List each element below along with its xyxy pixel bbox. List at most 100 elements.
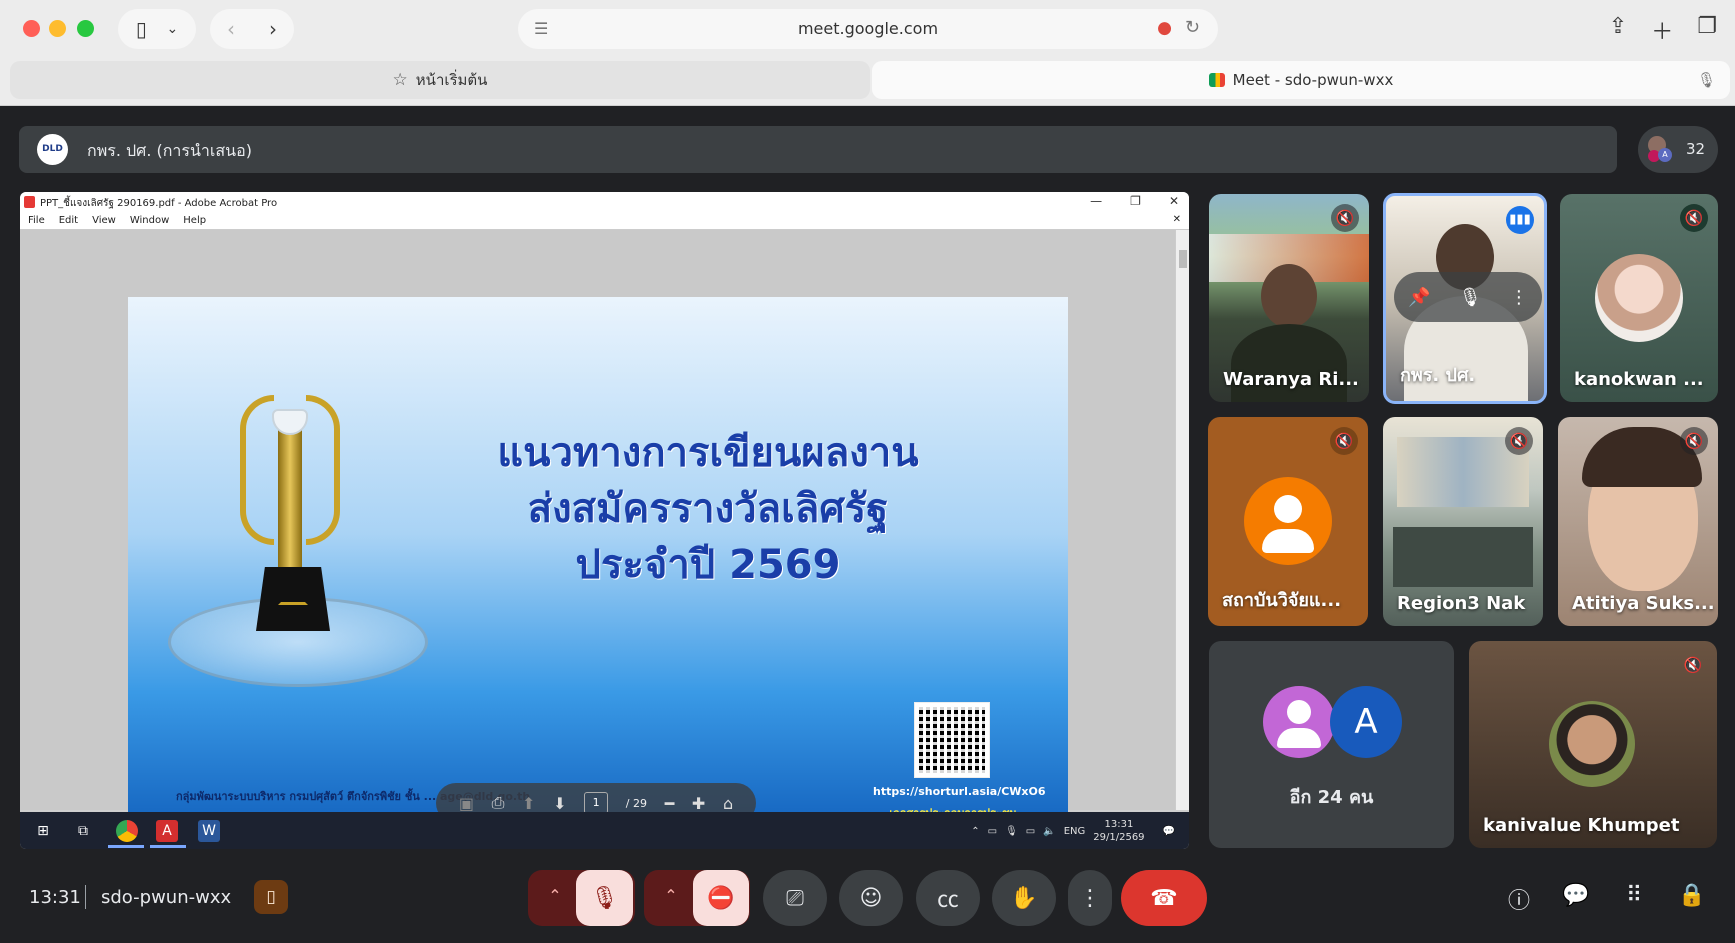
chevron-down-icon[interactable]: ⌄ (166, 22, 178, 36)
tray-language: ENG (1063, 825, 1086, 837)
participant-tile[interactable]: 🔇 Region3 Nak (1383, 417, 1543, 626)
more-options-icon: ⋮ (1079, 885, 1101, 911)
mic-off-icon: 🔇 (1331, 204, 1359, 232)
acrobat-menubar: File Edit View Window Help ✕ (20, 212, 1189, 230)
participant-count: 32 (1686, 140, 1706, 158)
emoji-icon: ☺ (859, 885, 883, 911)
presentation-slide: แนวทางการเขียนผลงาน ส่งสมัครรางวัลเลิศรั… (128, 297, 1068, 824)
activities-icon[interactable]: ⠿ (1618, 883, 1650, 908)
host-controls-icon[interactable]: 🔒 (1676, 883, 1708, 908)
tab-mic-icon: 🎙 (1696, 71, 1716, 89)
participant-name: kanivalue Khumpet (1483, 815, 1680, 836)
participants-button[interactable]: A 32 (1638, 126, 1718, 173)
present-screen-button[interactable]: ⎚ (763, 870, 827, 926)
windows-start-icon: ⊞ (37, 823, 49, 839)
tab-start-page[interactable]: ☆ หน้าเริ่มต้น (10, 61, 870, 99)
mic-off-icon: 🔇 (1680, 204, 1708, 232)
reload-icon[interactable]: ↻ (1185, 17, 1200, 38)
participant-tile[interactable]: 🔇 Waranya Ri... (1209, 194, 1369, 402)
menu-help: Help (183, 215, 207, 226)
mic-icon[interactable]: 🎙 (1459, 287, 1482, 308)
browser-chrome: ▯ ⌄ ‹ › ☰ meet.google.com ● ↻ ⇪ ＋ ❐ ☆ หน… (0, 0, 1735, 106)
tabs-overview-icon[interactable]: ❐ (1697, 14, 1717, 46)
tray-volume-icon: 🔈 (1043, 825, 1056, 837)
tray-clock: 13:31 29/1/2569 (1093, 818, 1144, 844)
mic-icon[interactable]: ● (1157, 18, 1172, 38)
more-participants-tile[interactable]: A อีก 24 คน (1209, 641, 1454, 848)
menu-edit: Edit (58, 215, 79, 226)
tab-label: หน้าเริ่มต้น (415, 71, 488, 89)
pin-icon[interactable]: 📌 (1408, 287, 1430, 308)
raise-hand-button[interactable]: ✋ (992, 870, 1056, 926)
chat-icon[interactable]: 💬 (1560, 883, 1592, 908)
prev-page-icon: ⬆ (522, 793, 536, 813)
more-participants-label: อีก 24 คน (1289, 787, 1374, 808)
minimize-icon: — (1090, 194, 1103, 208)
address-bar[interactable]: ☰ meet.google.com ● ↻ (518, 9, 1218, 49)
participant-tile[interactable]: 🔇 kanivalue Khumpet (1469, 641, 1717, 848)
new-tab-icon[interactable]: ＋ (1651, 14, 1673, 46)
video-options-chevron-icon[interactable]: ⌃ (657, 886, 685, 910)
participant-video (1261, 264, 1317, 328)
captions-button[interactable]: ㏄ (916, 870, 980, 926)
task-view-icon: ⧉ (78, 823, 88, 839)
close-icon: ✕ (1172, 214, 1181, 225)
hang-up-icon: ☎ (1150, 885, 1178, 911)
participant-avatar: A (1330, 686, 1402, 758)
more-options-button[interactable]: ⋮ (1068, 870, 1112, 926)
tray-time: 13:31 (1104, 819, 1134, 830)
share-icon[interactable]: ⇪ (1609, 14, 1627, 46)
participant-tile[interactable]: 🔇 สถาบันวิจัยแ... (1208, 417, 1368, 626)
tray-chevron-icon: ⌃ (971, 825, 980, 837)
back-icon[interactable]: ‹ (227, 19, 235, 39)
tile-hover-controls: 📌 🎙 ⋮ (1394, 272, 1542, 322)
participant-avatars: A (1648, 136, 1676, 164)
participant-name: กพร. ปศ. (1400, 365, 1476, 386)
tab-meet[interactable]: Meet - sdo-pwun-wxx 🎙 (872, 61, 1730, 99)
mic-toggle-button[interactable]: 🎙 (576, 870, 633, 926)
sidebar-toggle-group: ▯ ⌄ (118, 9, 196, 49)
tray-battery-icon: ▭ (1025, 825, 1036, 837)
sidebar-icon[interactable]: ▯ (136, 19, 147, 39)
tray-meet-icon: ▭ (987, 825, 998, 837)
meeting-table (1393, 527, 1533, 587)
window-maximize-button[interactable] (77, 20, 94, 37)
window-minimize-button[interactable] (49, 20, 66, 37)
page-total: / 29 (625, 796, 647, 810)
participant-name: สถาบันวิจัยแ... (1222, 590, 1342, 611)
nav-button-group: ‹ › (210, 9, 294, 49)
page-number-field: 1 (584, 792, 609, 814)
slide-title-line: แนวทางการเขียนผลงาน (497, 430, 919, 476)
mic-off-icon: 🔇 (1683, 656, 1703, 674)
presentation-header: DLD กพร. ปศ. (การนำเสนอ) (19, 126, 1617, 173)
hand-icon: ✋ (1010, 885, 1038, 911)
reactions-button[interactable]: ☺ (839, 870, 903, 926)
more-options-icon[interactable]: ⋮ (1510, 287, 1528, 308)
qr-link: https://shorturl.asia/CWxO6 (873, 785, 1046, 798)
participant-tile-pinned[interactable]: ▮▮▮ 📌 🎙 ⋮ กพร. ปศ. (1383, 193, 1547, 404)
tray-mic-icon: 🎙 (1005, 825, 1018, 837)
save-icon: ▣ (458, 793, 474, 813)
forward-icon[interactable]: › (269, 19, 277, 39)
next-page-icon: ⬇ (553, 793, 567, 813)
slide-title-line: ประจำปี 2569 (575, 542, 841, 588)
acrobat-window-title: PPT_ชี้แจงเลิศรัฐ 290169.pdf - Adobe Acr… (40, 198, 278, 209)
meeting-info-icon[interactable]: ⓘ (1503, 883, 1535, 915)
participant-name: Waranya Ri... (1223, 369, 1359, 390)
tray-date: 29/1/2569 (1093, 832, 1145, 843)
windows-taskbar: ⊞ ⧉ A W ⌃ ▭ 🎙 ▭ 🔈 ENG 13:31 29/1/2569 💬 (20, 812, 1189, 849)
audio-options-chevron-icon[interactable]: ⌃ (541, 886, 569, 910)
taskbar-active-indicator (150, 845, 186, 848)
leave-call-button[interactable]: ☎ (1121, 870, 1207, 926)
participant-name: Atitiya Suks... (1572, 593, 1715, 614)
captions-icon: ㏄ (936, 888, 959, 913)
mic-off-icon: 🎙 (590, 885, 619, 911)
present-screen-icon: ⎚ (786, 885, 804, 911)
participant-tile[interactable]: 🔇 kanokwan ... (1560, 194, 1718, 402)
window-close-button[interactable] (23, 20, 40, 37)
mic-off-icon: 🔇 (1505, 427, 1533, 455)
breakout-room-icon[interactable]: ▯ (254, 880, 288, 914)
menu-file: File (28, 215, 45, 226)
camera-toggle-button[interactable]: ⛔ (693, 870, 749, 926)
participant-tile[interactable]: 🔇 Atitiya Suks... (1558, 417, 1718, 626)
